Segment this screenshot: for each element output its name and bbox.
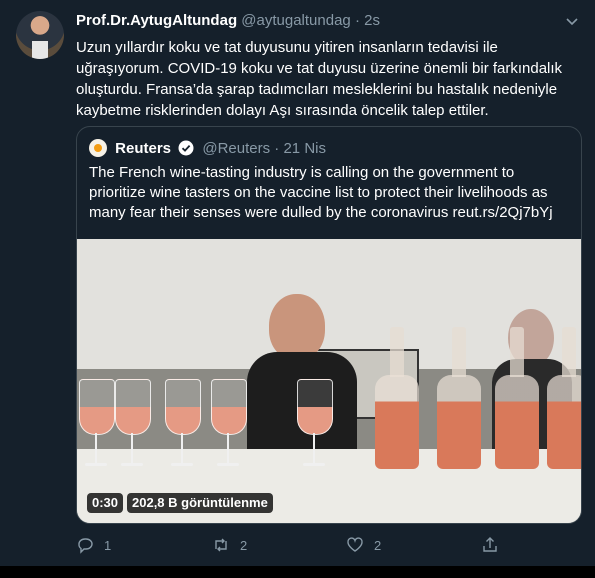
retweet-button[interactable]: 2 bbox=[212, 536, 247, 556]
bottom-bar bbox=[0, 566, 595, 578]
like-button[interactable]: 2 bbox=[346, 536, 381, 556]
chevron-down-icon[interactable] bbox=[563, 12, 581, 30]
share-button[interactable] bbox=[481, 536, 499, 556]
reply-button[interactable]: 1 bbox=[76, 536, 111, 556]
video-player[interactable]: 0:30 202,8 B görüntülenme bbox=[77, 239, 581, 523]
tweet[interactable]: Prof.Dr.AytugAltundag @aytugaltundag · 2… bbox=[0, 0, 595, 566]
author-handle[interactable]: @aytugaltundag bbox=[241, 12, 350, 29]
like-count: 2 bbox=[374, 538, 382, 553]
separator-dot: · bbox=[354, 12, 360, 29]
reuters-logo[interactable] bbox=[89, 139, 107, 157]
separator-dot: · bbox=[274, 140, 280, 157]
reply-count: 1 bbox=[104, 538, 112, 553]
avatar[interactable] bbox=[16, 11, 64, 59]
quoted-author-handle[interactable]: @Reuters bbox=[202, 140, 270, 157]
reply-icon bbox=[78, 538, 93, 554]
tweet-header: Prof.Dr.AytugAltundag @aytugaltundag · 2… bbox=[76, 12, 380, 30]
video-views: 202,8 B görüntülenme bbox=[127, 493, 273, 513]
quoted-text: The French wine-tasting industry is call… bbox=[89, 164, 553, 221]
share-icon bbox=[483, 537, 497, 552]
retweet-count: 2 bbox=[240, 538, 248, 553]
retweet-icon bbox=[215, 538, 227, 552]
video-duration: 0:30 bbox=[87, 493, 124, 513]
author-name[interactable]: Prof.Dr.AytugAltundag bbox=[76, 12, 237, 29]
action-bar: 1 2 2 bbox=[76, 536, 580, 556]
tweet-text: Uzun yıllardır koku ve tat duyusunu yiti… bbox=[76, 39, 563, 119]
verified-badge-icon bbox=[178, 140, 194, 156]
tweet-time[interactable]: 2s bbox=[364, 12, 380, 29]
quoted-author-name[interactable]: Reuters bbox=[115, 140, 171, 157]
quoted-header: Reuters @Reuters · 21 Nis bbox=[89, 139, 326, 159]
quoted-time[interactable]: 21 Nis bbox=[283, 140, 326, 157]
heart-icon bbox=[347, 537, 363, 552]
quoted-tweet[interactable]: Reuters @Reuters · 21 Nis The French win… bbox=[76, 126, 582, 524]
